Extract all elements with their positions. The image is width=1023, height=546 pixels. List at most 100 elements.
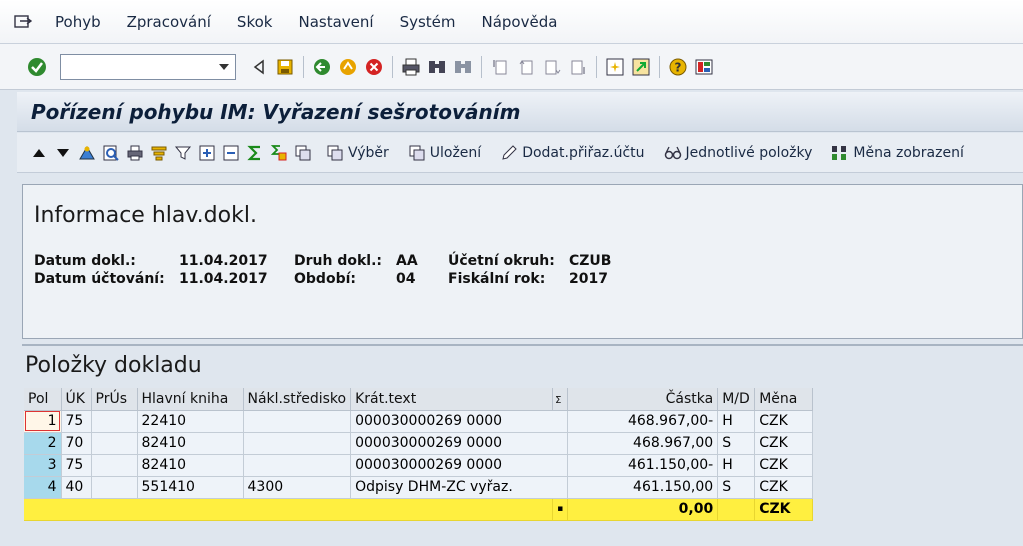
dodat-prirazeni-button[interactable]: Dodat.přiřaz.účtu bbox=[497, 143, 645, 163]
arrow-down-icon[interactable] bbox=[53, 143, 73, 163]
table-row[interactable]: 4 40 551410 4300 Odpisy DHM-ZC vyřaz. 46… bbox=[24, 476, 814, 499]
chevron-down-icon[interactable] bbox=[219, 63, 229, 70]
cell-uk[interactable]: 40 bbox=[61, 476, 92, 499]
cell-castka[interactable]: 468.967,00- bbox=[567, 410, 719, 433]
table-row[interactable]: 3 75 82410 000030000269 0000 461.150,00-… bbox=[24, 454, 814, 477]
menu-zpracovani[interactable]: Zpracování bbox=[127, 13, 211, 31]
find-next-icon[interactable] bbox=[452, 56, 474, 78]
col-prus[interactable]: PrÚs bbox=[91, 388, 138, 411]
back-icon[interactable] bbox=[311, 56, 333, 78]
print-list-icon[interactable] bbox=[125, 143, 145, 163]
ulozeni-button[interactable]: Uložení bbox=[405, 143, 481, 163]
menu-pohyb[interactable]: Pohyb bbox=[55, 13, 101, 31]
menu-nastaveni[interactable]: Nastavení bbox=[298, 13, 373, 31]
items-section-title: Položky dokladu bbox=[25, 353, 202, 378]
cell-castka[interactable]: 468.967,00 bbox=[567, 432, 719, 455]
help-icon[interactable]: ? bbox=[667, 56, 689, 78]
last-page-icon[interactable] bbox=[567, 56, 589, 78]
cell-mena[interactable]: CZK bbox=[754, 410, 814, 433]
cell-pol[interactable]: 3 bbox=[24, 454, 62, 477]
ucetni-okruh-value: CZUB bbox=[569, 253, 612, 269]
currency-display-icon bbox=[830, 143, 850, 163]
choose-detail-icon[interactable] bbox=[77, 143, 97, 163]
menu-system[interactable]: Systém bbox=[400, 13, 456, 31]
obdobi-value: 04 bbox=[396, 271, 416, 287]
cell-mena[interactable]: CZK bbox=[754, 432, 814, 455]
col-sum-marker[interactable]: Σ bbox=[552, 388, 569, 411]
enter-check-icon[interactable] bbox=[26, 56, 48, 78]
table-row[interactable]: 2 70 82410 000030000269 0000 468.967,00 … bbox=[24, 432, 814, 455]
ulozeni-label: Uložení bbox=[429, 144, 482, 161]
col-mena[interactable]: Měna bbox=[754, 388, 814, 411]
display-detail-icon[interactable] bbox=[101, 143, 121, 163]
save-icon[interactable] bbox=[274, 56, 296, 78]
first-page-icon[interactable] bbox=[489, 56, 511, 78]
col-krat-text[interactable]: Krát.text bbox=[350, 388, 554, 411]
cell-prus[interactable] bbox=[91, 454, 138, 477]
col-hlavni-kniha[interactable]: Hlavní kniha bbox=[137, 388, 244, 411]
col-nakl-stredisko[interactable]: Nákl.středisko bbox=[243, 388, 352, 411]
cell-md[interactable]: H bbox=[717, 454, 756, 477]
cell-krat-text[interactable]: 000030000269 0000 bbox=[350, 410, 569, 433]
cell-nakl-stredisko[interactable]: 4300 bbox=[243, 476, 352, 499]
cell-prus[interactable] bbox=[91, 410, 138, 433]
col-md[interactable]: M/D bbox=[717, 388, 756, 411]
create-shortcut-icon[interactable] bbox=[630, 56, 652, 78]
next-page-icon[interactable] bbox=[541, 56, 563, 78]
cell-uk[interactable]: 70 bbox=[61, 432, 92, 455]
system-menu-icon[interactable] bbox=[14, 13, 34, 31]
cell-hlavni-kniha[interactable]: 82410 bbox=[137, 432, 244, 455]
cell-md[interactable]: H bbox=[717, 410, 756, 433]
exit-icon[interactable] bbox=[337, 56, 359, 78]
cell-hlavni-kniha[interactable]: 82410 bbox=[137, 454, 244, 477]
sort-icon[interactable] bbox=[149, 143, 169, 163]
col-pol[interactable]: Pol bbox=[24, 388, 62, 411]
vyber-button[interactable]: Výběr bbox=[323, 143, 389, 163]
find-icon[interactable] bbox=[426, 56, 448, 78]
cell-nakl-stredisko[interactable] bbox=[243, 432, 352, 455]
menu-napoveda[interactable]: Nápověda bbox=[482, 13, 558, 31]
subtotal-icon[interactable] bbox=[269, 143, 289, 163]
command-input[interactable] bbox=[61, 54, 211, 79]
cell-pol[interactable]: 1 bbox=[24, 410, 62, 433]
cell-mena[interactable]: CZK bbox=[754, 476, 814, 499]
filter-icon[interactable] bbox=[173, 143, 193, 163]
copy-icon[interactable] bbox=[293, 143, 313, 163]
cell-pol[interactable]: 4 bbox=[24, 476, 62, 499]
delete-row-icon[interactable] bbox=[221, 143, 241, 163]
layout-menu-icon[interactable] bbox=[693, 56, 715, 78]
cancel-icon[interactable] bbox=[363, 56, 385, 78]
cell-uk[interactable]: 75 bbox=[61, 454, 92, 477]
insert-row-icon[interactable] bbox=[197, 143, 217, 163]
table-row[interactable]: 1 75 22410 000030000269 0000 468.967,00-… bbox=[24, 410, 814, 433]
cell-prus[interactable] bbox=[91, 432, 138, 455]
sum-icon[interactable] bbox=[245, 143, 265, 163]
arrow-up-icon[interactable] bbox=[29, 143, 49, 163]
new-session-icon[interactable] bbox=[604, 56, 626, 78]
cell-krat-text[interactable]: 000030000269 0000 bbox=[350, 454, 569, 477]
mena-zobrazeni-button[interactable]: Měna zobrazení bbox=[828, 143, 964, 163]
cell-krat-text[interactable]: 000030000269 0000 bbox=[350, 432, 569, 455]
cell-hlavni-kniha[interactable]: 22410 bbox=[137, 410, 244, 433]
cell-hlavni-kniha[interactable]: 551410 bbox=[137, 476, 244, 499]
cell-md[interactable]: S bbox=[717, 432, 756, 455]
previous-page-icon[interactable] bbox=[515, 56, 537, 78]
cell-md[interactable]: S bbox=[717, 476, 756, 499]
print-icon[interactable] bbox=[400, 56, 422, 78]
cell-nakl-stredisko[interactable] bbox=[243, 410, 352, 433]
standard-toolbar: ? bbox=[0, 44, 1023, 90]
jednotlive-polozky-button[interactable]: Jednotlivé položky bbox=[661, 143, 812, 163]
back-arrow-icon[interactable] bbox=[248, 56, 270, 78]
cell-castka[interactable]: 461.150,00- bbox=[567, 454, 719, 477]
cell-prus[interactable] bbox=[91, 476, 138, 499]
cell-pol[interactable]: 2 bbox=[24, 432, 62, 455]
command-field[interactable] bbox=[60, 53, 236, 80]
col-castka[interactable]: Částka bbox=[567, 388, 719, 411]
menu-skok[interactable]: Skok bbox=[237, 13, 273, 31]
cell-castka[interactable]: 461.150,00 bbox=[567, 476, 719, 499]
cell-nakl-stredisko[interactable] bbox=[243, 454, 352, 477]
cell-uk[interactable]: 75 bbox=[61, 410, 92, 433]
col-uk[interactable]: ÚK bbox=[61, 388, 92, 411]
cell-mena[interactable]: CZK bbox=[754, 454, 814, 477]
cell-krat-text[interactable]: Odpisy DHM-ZC vyřaz. bbox=[350, 476, 569, 499]
